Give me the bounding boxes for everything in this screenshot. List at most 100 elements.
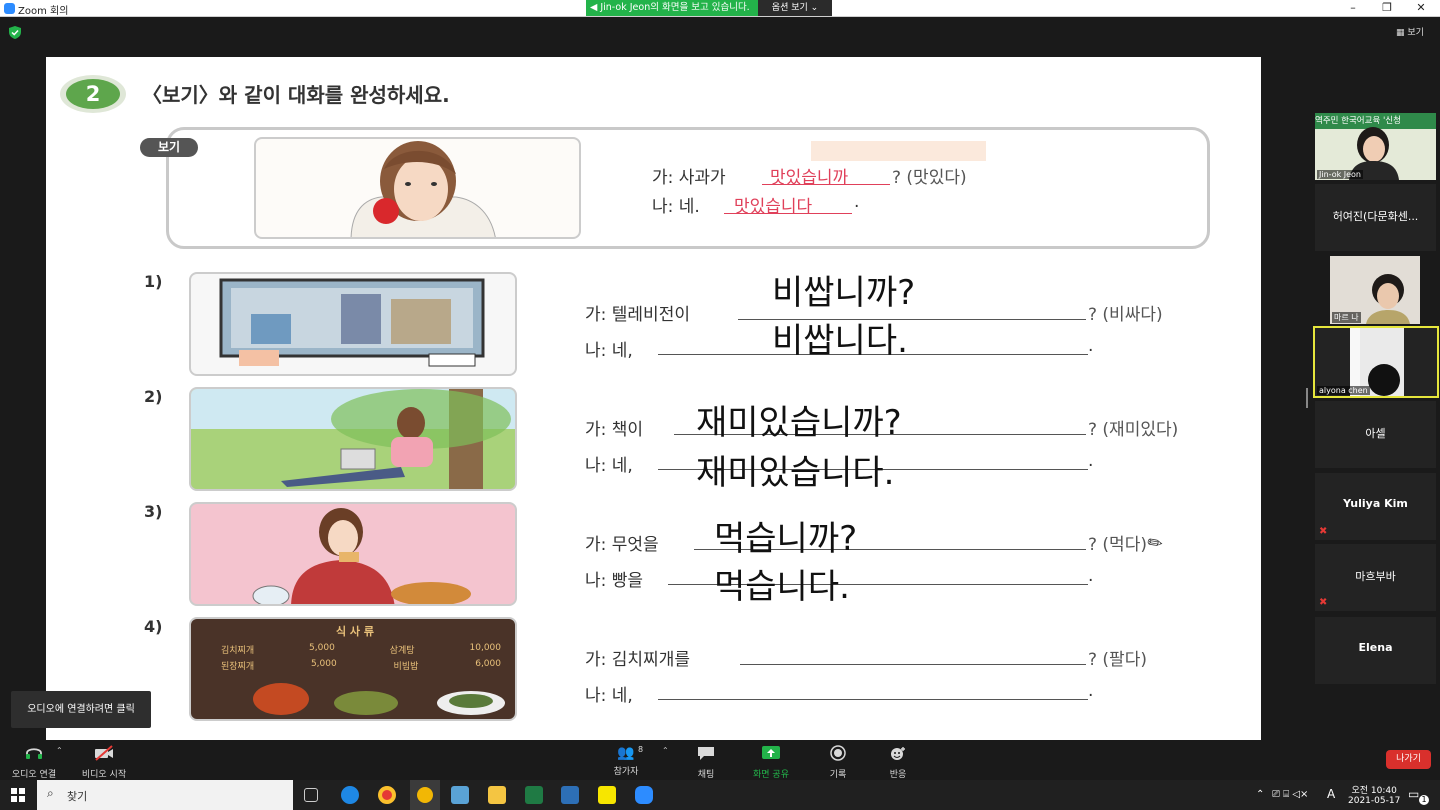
shared-screen-slide: 2 〈보기〉와 같이 대화를 완성하세요. 보기 가: 사과가 맛있습니까 ? … xyxy=(46,57,1261,740)
reactions-button[interactable]: 반응 xyxy=(878,745,918,780)
panel-resize-handle[interactable] xyxy=(1306,388,1308,408)
participant-name: 아셀 xyxy=(1365,427,1386,440)
start-video-button[interactable]: 비디오 시작 xyxy=(78,745,130,780)
participant-tile[interactable]: Yuliya Kim ✖ xyxy=(1315,473,1436,540)
item-1-answer-suffix: . xyxy=(1088,336,1094,356)
item-4-number: 4) xyxy=(144,617,163,636)
tray-network-icon[interactable]: ⎚ ⌸ ◁× xyxy=(1272,789,1308,800)
item-3-question-hint: ? (먹다) xyxy=(1088,535,1147,555)
item-4-question-hint: ? (팔다) xyxy=(1088,650,1147,670)
item-1-number: 1) xyxy=(144,272,163,291)
participants-button[interactable]: 👥 8 참가자 xyxy=(604,745,648,777)
exercise-number: 2 xyxy=(66,79,120,109)
record-button[interactable]: 기록 xyxy=(818,745,858,780)
join-audio-button[interactable]: 오디오 연결 xyxy=(8,745,60,780)
item-4-answer-prefix: 나: 네, xyxy=(585,686,633,706)
participant-tile[interactable]: 마흐부바 ✖ xyxy=(1315,544,1436,611)
example-question-prefix: 가: 사과가 xyxy=(652,168,726,188)
minimize-button[interactable]: – xyxy=(1336,0,1370,17)
item-2-handwritten-question: 재미있습니까? xyxy=(696,403,902,443)
menu-price: 5,000 xyxy=(310,659,337,669)
item-2-number: 2) xyxy=(144,387,163,406)
search-placeholder: 찾기 xyxy=(67,790,88,803)
chrome-browser-icon[interactable] xyxy=(378,786,396,804)
item-1-handwritten-answer: 비쌉니다. xyxy=(772,321,908,361)
clock-date: 2021-05-17 xyxy=(1348,796,1401,806)
excel-app-icon[interactable] xyxy=(525,786,543,804)
kakaotalk-app-icon[interactable] xyxy=(598,786,616,804)
share-screen-icon xyxy=(762,746,780,759)
item-2-answer-prefix: 나: 네, xyxy=(585,456,633,476)
woman-reading-book-image xyxy=(191,389,515,489)
participants-caret-icon[interactable]: ⌃ xyxy=(662,746,669,755)
video-tile-jin-ok-jeon[interactable]: 역주민 한국어교육 '신청 Jin-ok Jeon xyxy=(1315,113,1436,180)
drawing-app-icon[interactable] xyxy=(561,786,579,804)
view-layout-button[interactable]: ▦ 보기 xyxy=(1396,25,1424,38)
encryption-shield-icon[interactable] xyxy=(9,26,21,39)
taskbar-clock[interactable]: 오전 10:40 2021-05-17 xyxy=(1348,783,1400,806)
file-explorer-icon[interactable] xyxy=(488,786,506,804)
zoom-taskbar-icon[interactable] xyxy=(635,786,653,804)
menu-price: 6,000 xyxy=(475,659,501,669)
participant-tile[interactable]: 허여진(다문화센... xyxy=(1315,184,1436,251)
windows-start-icon[interactable] xyxy=(11,788,25,802)
item-3-handwritten-question: 먹습니까? xyxy=(714,519,858,559)
item-4-illustration: 식 사 류 김치찌개 5,000 삼계탕 10,000 된장찌개 5,000 비… xyxy=(189,617,517,721)
menu-item: 비빔밥 xyxy=(393,662,419,672)
menu-row-1: 김치찌개 5,000 삼계탕 10,000 xyxy=(221,643,501,656)
view-label: 보기 xyxy=(1407,28,1424,38)
taskbar-search-box[interactable]: ⌕ 찾기 xyxy=(37,780,293,810)
close-button[interactable]: ✕ xyxy=(1404,0,1438,17)
item-2-answer-suffix: . xyxy=(1088,451,1094,471)
example-illustration xyxy=(254,137,581,239)
join-audio-label: 오디오 연결 xyxy=(11,770,57,780)
redacted-note xyxy=(811,141,986,161)
example-answer-underline xyxy=(724,213,852,214)
window-title: Zoom 회의 xyxy=(18,6,69,17)
ime-indicator[interactable]: A xyxy=(1327,787,1335,801)
menu-row-2: 된장찌개 5,000 비빔밥 6,000 xyxy=(221,659,501,672)
notification-center-icon[interactable]: ▭ xyxy=(1408,787,1419,801)
video-tile-alyona-chen-active-speaker[interactable]: alyona chen xyxy=(1313,326,1439,398)
audio-options-caret-icon[interactable]: ⌃ xyxy=(56,746,63,755)
participant-name: 허여진(다문화센... xyxy=(1332,210,1419,223)
tray-overflow-caret-icon[interactable]: ⌃ xyxy=(1256,789,1264,800)
menu-item: 된장찌개 xyxy=(221,662,255,672)
leave-meeting-button[interactable]: 나가기 xyxy=(1386,750,1431,769)
item-2-illustration xyxy=(189,387,517,491)
menu-dishes-image xyxy=(253,683,505,715)
example-tag: 보기 xyxy=(140,138,198,157)
participant-tile[interactable]: Elena xyxy=(1315,617,1436,684)
item-1-illustration xyxy=(189,272,517,376)
zoom-app-icon xyxy=(4,3,15,14)
notepad-app-icon[interactable] xyxy=(451,786,469,804)
share-screen-label: 화면 공유 xyxy=(753,770,789,780)
view-options-button[interactable]: 옵션 보기 ⌄ xyxy=(758,0,832,16)
meeting-toolbar: 오디오 연결 ⌃ 비디오 시작 👥 8 참가자 ⌃ 채팅 화면 공유 기록 반응 xyxy=(0,740,1440,780)
active-app-highlight[interactable] xyxy=(410,780,440,810)
exercise-instruction: 〈보기〉와 같이 대화를 완성하세요. xyxy=(142,83,450,107)
chat-button[interactable]: 채팅 xyxy=(686,745,726,780)
item-4-answer-underline xyxy=(658,699,1088,700)
item-3-handwritten-answer: 먹습니다. xyxy=(714,567,850,607)
menu-price: 5,000 xyxy=(309,643,335,653)
example-question-underline xyxy=(762,184,890,185)
task-view-icon[interactable] xyxy=(304,788,318,802)
sharing-text: Jin-ok Jeon의 화면을 보고 있습니다. xyxy=(600,2,750,13)
item-3-question-prefix: 가: 무엇을 xyxy=(585,535,659,555)
item-2-question-prefix: 가: 책이 xyxy=(585,420,644,440)
item-3-answer-suffix: . xyxy=(1088,566,1094,586)
participant-tile[interactable]: 아셀 xyxy=(1315,401,1436,468)
television-image xyxy=(219,278,485,367)
muted-mic-icon: ✖ xyxy=(1319,597,1328,608)
item-4-question-prefix: 가: 김치찌개를 xyxy=(585,650,690,670)
restore-button[interactable]: ❐ xyxy=(1370,0,1404,17)
video-tile-mare-na[interactable]: 마르 나 xyxy=(1330,256,1420,324)
example-answer-prefix: 나: 네. xyxy=(652,197,700,217)
participant-name: Yuliya Kim xyxy=(1343,497,1408,510)
audio-tooltip: 오디오에 연결하려면 클릭 xyxy=(11,691,151,728)
edge-browser-icon[interactable] xyxy=(341,786,359,804)
example-question-hint: ? (맛있다) xyxy=(892,168,967,188)
participant-name-label: 마르 나 xyxy=(1332,312,1361,323)
share-screen-button[interactable]: 화면 공유 xyxy=(746,745,796,780)
